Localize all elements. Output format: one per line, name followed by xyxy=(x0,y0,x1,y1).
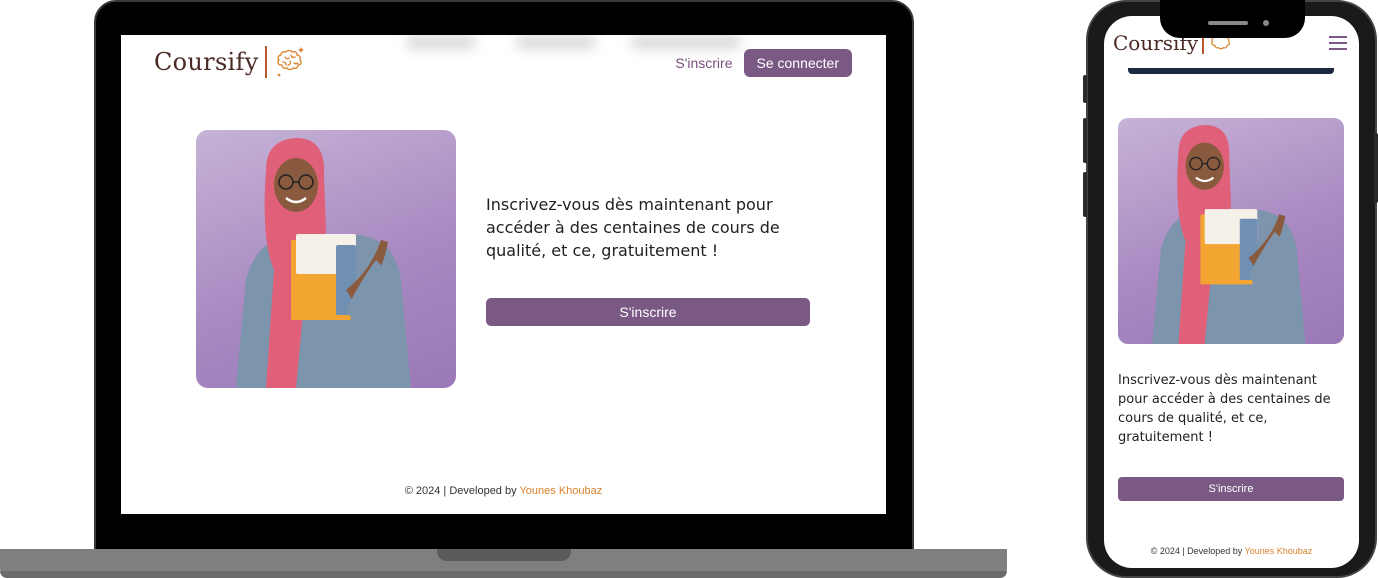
header-actions: S'inscrire Se connecter xyxy=(675,49,852,77)
student-illustration xyxy=(236,138,411,388)
phone-speaker xyxy=(1208,21,1248,25)
phone-camera xyxy=(1263,20,1269,26)
brain-icon xyxy=(276,47,304,77)
mobile-nav-bar xyxy=(1128,68,1334,74)
footer-author-link[interactable]: Younes Khoubaz xyxy=(1245,546,1313,556)
site-footer: © 2024 | Developed by Younes Khoubaz xyxy=(121,485,886,497)
phone-notch xyxy=(1160,0,1305,38)
signup-link[interactable]: S'inscrire xyxy=(675,55,732,71)
student-illustration xyxy=(1152,125,1306,344)
signup-cta-button[interactable]: S'inscrire xyxy=(486,298,810,326)
login-button[interactable]: Se connecter xyxy=(743,49,852,77)
phone-side-button xyxy=(1083,75,1087,103)
footer-copyright: © 2024 | Developed by xyxy=(404,485,520,497)
mobile-signup-cta-button[interactable]: S'inscrire xyxy=(1118,477,1344,501)
phone-side-button xyxy=(1083,172,1087,217)
site-header: Coursify S'inscrire Se connecter xyxy=(121,35,886,97)
laptop-hinge-notch xyxy=(437,549,571,561)
logo-text: Coursify xyxy=(154,48,259,76)
hero-headline: Inscrivez-vous dès maintenant pour accéd… xyxy=(486,195,780,260)
mobile-footer: © 2024 | Developed by Younes Khoubaz xyxy=(1104,546,1359,556)
footer-author-link[interactable]: Younes Khoubaz xyxy=(519,485,602,497)
mobile-hero-image xyxy=(1118,118,1344,344)
hamburger-icon[interactable] xyxy=(1329,36,1347,50)
blurred-nav-item xyxy=(406,35,476,49)
footer-copyright: © 2024 | Developed by xyxy=(1150,546,1245,556)
site-logo[interactable]: Coursify xyxy=(154,45,307,79)
logo-separator xyxy=(264,46,267,78)
laptop-screen: Coursify S'inscrire Se connecter Inscriv… xyxy=(121,35,886,514)
hero-image xyxy=(196,130,456,388)
mobile-hero-headline: Inscrivez-vous dès maintenant pour accéd… xyxy=(1118,373,1331,445)
blurred-nav-item xyxy=(516,35,596,49)
phone-power-button xyxy=(1374,133,1378,203)
blurred-nav-item xyxy=(631,35,741,49)
phone-side-button xyxy=(1083,118,1087,163)
phone-screen: Coursify Inscrivez-vous dès maintenant p… xyxy=(1104,16,1359,568)
